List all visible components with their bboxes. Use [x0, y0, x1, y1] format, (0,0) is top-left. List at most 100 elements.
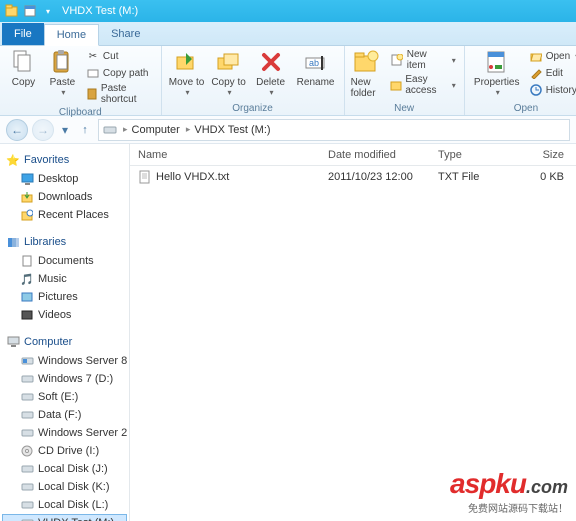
sidebar-item-downloads[interactable]: Downloads: [2, 188, 127, 206]
sidebar-item-drive-l[interactable]: Local Disk (L:): [2, 496, 127, 514]
chevron-right-icon[interactable]: ▸: [121, 124, 130, 135]
copy-to-button[interactable]: Copy to▾: [210, 48, 248, 97]
column-name[interactable]: Name: [130, 149, 320, 161]
sidebar-item-drive-ws2008[interactable]: Windows Server 2008: [2, 424, 127, 442]
open-button[interactable]: Open▾: [527, 48, 576, 64]
videos-icon: [20, 308, 34, 322]
sidebar-item-pictures[interactable]: Pictures: [2, 288, 127, 306]
delete-button[interactable]: Delete▾: [252, 48, 290, 97]
sidebar-item-music[interactable]: 🎵Music: [2, 270, 127, 288]
downloads-icon: [20, 190, 34, 204]
group-organize: Move to▾ Copy to▾ Delete▾ ab Rename Orga…: [162, 46, 345, 115]
drive-icon: [20, 516, 34, 521]
sidebar-item-drive-e[interactable]: Soft (E:): [2, 388, 127, 406]
drive-icon: [20, 462, 34, 476]
cut-icon: ✂: [86, 49, 100, 63]
column-date[interactable]: Date modified: [320, 149, 430, 161]
paste-label: Paste: [50, 77, 76, 88]
tab-home[interactable]: Home: [44, 24, 99, 46]
breadcrumb-root[interactable]: Computer: [132, 124, 180, 136]
file-name: Hello VHDX.txt: [156, 171, 229, 183]
recent-locations-button[interactable]: ▾: [58, 119, 72, 141]
content-area: ⭐Favorites Desktop Downloads Recent Plac…: [0, 144, 576, 521]
file-date: 2011/10/23 12:00: [320, 171, 430, 183]
file-type: TXT File: [430, 171, 510, 183]
cd-icon: [20, 444, 34, 458]
sidebar-libraries[interactable]: Libraries: [2, 232, 127, 252]
column-headers: Name Date modified Type Size: [130, 144, 576, 166]
open-icon: [529, 49, 543, 63]
pictures-icon: [20, 290, 34, 304]
navigation-bar: ← → ▾ ↑ ▸Computer ▸VHDX Test (M:): [0, 116, 576, 144]
new-folder-icon: [352, 48, 382, 76]
drive-icon: [20, 408, 34, 422]
group-open-label: Open: [471, 102, 576, 114]
address-bar[interactable]: ▸Computer ▸VHDX Test (M:): [98, 119, 570, 141]
sidebar-item-videos[interactable]: Videos: [2, 306, 127, 324]
new-item-icon: [390, 53, 403, 67]
sidebar-item-drive-c[interactable]: Windows Server 8 (C:): [2, 352, 127, 370]
drive-icon: [20, 480, 34, 494]
watermark: aspku.com 免费网站源码下载站！: [450, 468, 568, 515]
copy-path-icon: [86, 66, 100, 80]
window-title: VHDX Test (M:): [62, 5, 138, 17]
recent-icon: [20, 208, 34, 222]
desktop-icon: [20, 172, 34, 186]
sidebar-item-cd-drive[interactable]: CD Drive (I:): [2, 442, 127, 460]
chevron-right-icon[interactable]: ▸: [184, 124, 193, 135]
paste-icon: [47, 48, 77, 76]
up-button[interactable]: ↑: [76, 121, 94, 139]
drive-icon: [20, 426, 34, 440]
history-button[interactable]: History: [527, 82, 576, 98]
edit-button[interactable]: Edit: [527, 65, 576, 81]
cut-button[interactable]: ✂Cut: [84, 48, 155, 64]
group-organize-label: Organize: [168, 102, 338, 114]
sidebar-item-documents[interactable]: Documents: [2, 252, 127, 270]
column-type[interactable]: Type: [430, 149, 510, 161]
group-open: Properties▾ Open▾ Edit History Open: [465, 46, 576, 115]
easy-access-button[interactable]: Easy access▾: [388, 73, 457, 97]
file-row[interactable]: Hello VHDX.txt 2011/10/23 12:00 TXT File…: [130, 166, 576, 188]
copy-path-button[interactable]: Copy path: [84, 65, 155, 81]
sidebar-item-drive-f[interactable]: Data (F:): [2, 406, 127, 424]
sidebar-item-drive-d[interactable]: Windows 7 (D:): [2, 370, 127, 388]
group-clipboard: Copy Paste▾ ✂Cut Copy path Paste shortcu…: [0, 46, 162, 115]
tab-file[interactable]: File: [2, 23, 44, 45]
back-button[interactable]: ←: [6, 119, 28, 141]
paste-shortcut-button[interactable]: Paste shortcut: [84, 82, 155, 106]
paste-shortcut-icon: [86, 87, 98, 101]
copy-icon: [8, 48, 38, 76]
forward-button[interactable]: →: [32, 119, 54, 141]
sidebar-item-recent[interactable]: Recent Places: [2, 206, 127, 224]
star-icon: ⭐: [6, 153, 20, 167]
column-size[interactable]: Size: [510, 149, 576, 161]
history-icon: [529, 83, 543, 97]
copy-to-icon: [214, 48, 244, 76]
qat-properties-icon[interactable]: [22, 3, 38, 19]
sidebar-favorites[interactable]: ⭐Favorites: [2, 150, 127, 170]
breadcrumb-current[interactable]: VHDX Test (M:): [194, 124, 270, 136]
new-folder-button[interactable]: New folder: [351, 48, 385, 99]
move-to-button[interactable]: Move to▾: [168, 48, 206, 97]
qat-dropdown-icon[interactable]: ▾: [40, 3, 56, 19]
sidebar-computer[interactable]: Computer: [2, 332, 127, 352]
text-file-icon: [138, 170, 152, 184]
sidebar-item-drive-j[interactable]: Local Disk (J:): [2, 460, 127, 478]
svg-text:ab: ab: [309, 58, 319, 68]
rename-icon: ab: [301, 48, 331, 76]
tab-share[interactable]: Share: [99, 23, 152, 45]
drive-icon: [20, 354, 34, 368]
rename-button[interactable]: ab Rename: [294, 48, 338, 88]
copy-label: Copy: [12, 77, 35, 88]
sidebar-item-drive-m[interactable]: VHDX Test (M:): [2, 514, 127, 521]
properties-button[interactable]: Properties▾: [471, 48, 523, 97]
ribbon-tabs: File Home Share: [0, 22, 576, 46]
delete-icon: [256, 48, 286, 76]
paste-button[interactable]: Paste▾: [45, 48, 80, 97]
sidebar-item-desktop[interactable]: Desktop: [2, 170, 127, 188]
move-to-icon: [172, 48, 202, 76]
title-bar: ▾ VHDX Test (M:): [0, 0, 576, 22]
sidebar-item-drive-k[interactable]: Local Disk (K:): [2, 478, 127, 496]
new-item-button[interactable]: New item▾: [388, 48, 457, 72]
copy-button[interactable]: Copy: [6, 48, 41, 88]
